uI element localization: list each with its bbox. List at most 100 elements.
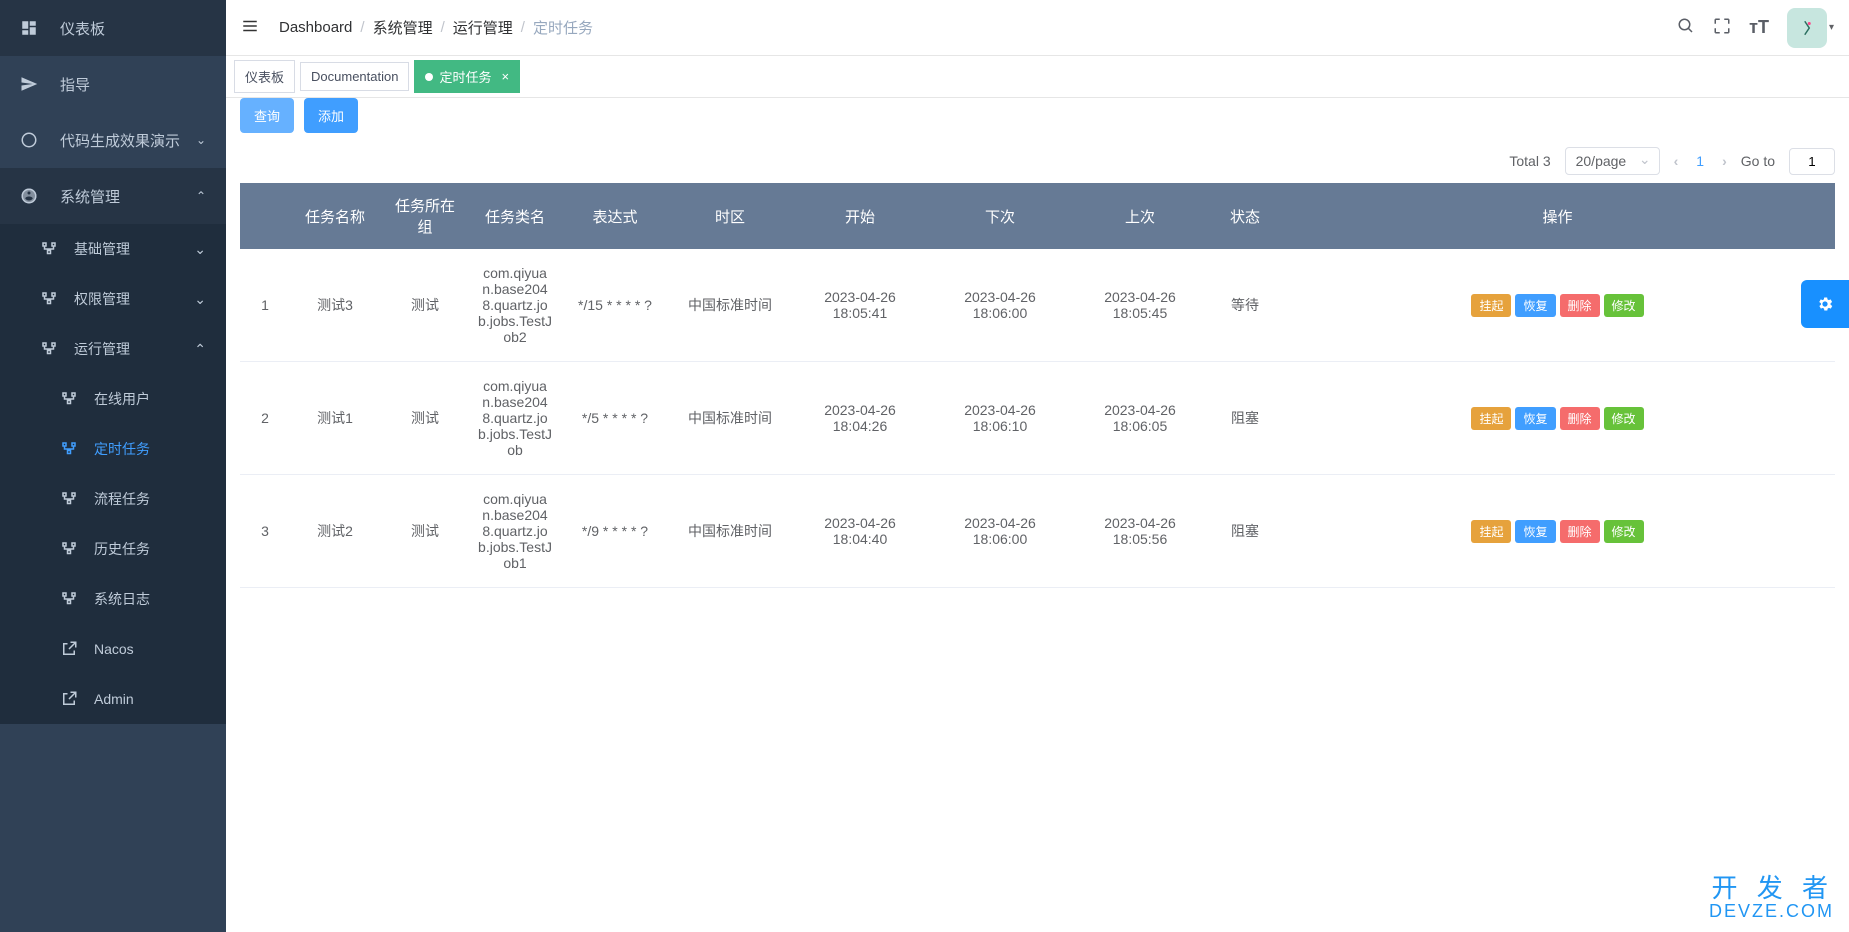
table-cell: 2023-04-26 18:05:56 bbox=[1070, 475, 1210, 588]
table-cell: 测试1 bbox=[290, 362, 380, 475]
tree-icon bbox=[60, 490, 80, 508]
table-cell: 2023-04-26 18:06:10 bbox=[930, 362, 1070, 475]
table-row: 2测试1测试com.qiyuan.base2048.quartz.job.job… bbox=[240, 362, 1835, 475]
next-page-icon[interactable]: › bbox=[1722, 153, 1727, 169]
page-size-select[interactable]: 20/page bbox=[1565, 147, 1660, 175]
guide-icon bbox=[20, 75, 44, 93]
delete-button[interactable]: 删除 bbox=[1560, 520, 1600, 543]
table-cell: 测试3 bbox=[290, 249, 380, 362]
tree-icon bbox=[60, 440, 80, 458]
actions-cell: 挂起恢复删除修改 bbox=[1280, 249, 1835, 362]
tree-icon bbox=[60, 390, 80, 408]
fullscreen-icon[interactable] bbox=[1713, 17, 1731, 38]
dashboard-icon bbox=[20, 19, 44, 37]
subsubmenu-item[interactable]: Nacos bbox=[0, 624, 226, 674]
subsubmenu-item[interactable]: 系统日志 bbox=[0, 574, 226, 624]
subsubmenu-label: 历史任务 bbox=[94, 539, 150, 559]
goto-label: Go to bbox=[1741, 153, 1775, 169]
submenu-permission[interactable]: 权限管理 ⌄ bbox=[0, 274, 226, 324]
query-button[interactable]: 查询 bbox=[240, 98, 294, 133]
subsubmenu-item[interactable]: 流程任务 bbox=[0, 474, 226, 524]
menu-dashboard[interactable]: 仪表板 bbox=[0, 0, 226, 56]
subsubmenu-item[interactable]: 定时任务 bbox=[0, 424, 226, 474]
column-header: 表达式 bbox=[560, 183, 670, 249]
edit-button[interactable]: 修改 bbox=[1604, 407, 1644, 430]
caret-down-icon[interactable]: ▾ bbox=[1829, 22, 1834, 33]
chevron-down-icon: ⌄ bbox=[194, 241, 206, 258]
submenu-label: 基础管理 bbox=[74, 239, 130, 259]
menu-label: 仪表板 bbox=[60, 18, 105, 39]
suspend-button[interactable]: 挂起 bbox=[1471, 520, 1511, 543]
prev-page-icon[interactable]: ‹ bbox=[1674, 153, 1679, 169]
column-header: 时区 bbox=[670, 183, 790, 249]
resume-button[interactable]: 恢复 bbox=[1515, 520, 1555, 543]
crumb-dashboard[interactable]: Dashboard bbox=[279, 19, 352, 36]
suspend-button[interactable]: 挂起 bbox=[1471, 407, 1511, 430]
chevron-down-icon: ⌄ bbox=[196, 133, 206, 147]
subsubmenu-item[interactable]: 历史任务 bbox=[0, 524, 226, 574]
column-header: 操作 bbox=[1280, 183, 1835, 249]
suspend-button[interactable]: 挂起 bbox=[1471, 294, 1511, 317]
table-row: 1测试3测试com.qiyuan.base2048.quartz.job.job… bbox=[240, 249, 1835, 362]
avatar[interactable] bbox=[1787, 8, 1827, 48]
edit-button[interactable]: 修改 bbox=[1604, 520, 1644, 543]
subsubmenu-label: 定时任务 bbox=[94, 439, 150, 459]
table-cell: 3 bbox=[240, 475, 290, 588]
menu-guide[interactable]: 指导 bbox=[0, 56, 226, 112]
tree-icon bbox=[40, 240, 60, 258]
table-cell: 中国标准时间 bbox=[670, 475, 790, 588]
submenu-base[interactable]: 基础管理 ⌄ bbox=[0, 224, 226, 274]
total-label: Total 3 bbox=[1509, 153, 1550, 169]
table-cell: 等待 bbox=[1210, 249, 1280, 362]
settings-fab[interactable] bbox=[1801, 280, 1849, 328]
font-size-icon[interactable]: ᴛT bbox=[1749, 17, 1769, 38]
tab[interactable]: 定时任务 × bbox=[414, 60, 520, 93]
resume-button[interactable]: 恢复 bbox=[1515, 407, 1555, 430]
menu-label: 代码生成效果演示 bbox=[60, 130, 180, 151]
edit-button[interactable]: 修改 bbox=[1604, 294, 1644, 317]
link-icon bbox=[60, 690, 80, 708]
chevron-up-icon: ⌃ bbox=[194, 341, 206, 358]
subsubmenu-label: 系统日志 bbox=[94, 589, 150, 609]
breadcrumb: Dashboard / 系统管理 / 运行管理 / 定时任务 bbox=[279, 17, 593, 38]
delete-button[interactable]: 删除 bbox=[1560, 294, 1600, 317]
crumb-system[interactable]: 系统管理 bbox=[373, 17, 433, 38]
subsubmenu-label: Admin bbox=[94, 691, 134, 707]
tab-label: 定时任务 bbox=[439, 67, 491, 86]
subsubmenu-item[interactable]: 在线用户 bbox=[0, 374, 226, 424]
table-cell: 1 bbox=[240, 249, 290, 362]
page-number[interactable]: 1 bbox=[1696, 153, 1704, 169]
column-header: 上次 bbox=[1070, 183, 1210, 249]
table-row: 3测试2测试com.qiyuan.base2048.quartz.job.job… bbox=[240, 475, 1835, 588]
toolbar: 查询 添加 bbox=[226, 98, 1849, 139]
code-icon bbox=[20, 131, 44, 149]
table-cell: 2 bbox=[240, 362, 290, 475]
close-icon[interactable]: × bbox=[501, 69, 509, 84]
pagination: Total 3 20/page ‹ 1 › Go to bbox=[226, 139, 1849, 183]
menu-system[interactable]: 系统管理 ⌃ bbox=[0, 168, 226, 224]
subsubmenu-label: 流程任务 bbox=[94, 489, 150, 509]
tab[interactable]: 仪表板 bbox=[234, 60, 295, 93]
tabs-bar: 仪表板Documentation 定时任务 × bbox=[226, 56, 1849, 98]
tree-icon bbox=[40, 340, 60, 358]
table-cell: 2023-04-26 18:06:00 bbox=[930, 249, 1070, 362]
search-icon[interactable] bbox=[1677, 17, 1695, 38]
subsubmenu-label: Nacos bbox=[94, 641, 134, 657]
menu-codegen[interactable]: 代码生成效果演示 ⌄ bbox=[0, 112, 226, 168]
goto-input[interactable] bbox=[1789, 148, 1835, 175]
tree-icon bbox=[60, 540, 80, 558]
table-cell: 中国标准时间 bbox=[670, 362, 790, 475]
subsubmenu: 在线用户定时任务流程任务历史任务系统日志 Nacos Admin bbox=[0, 374, 226, 724]
column-header bbox=[240, 183, 290, 249]
add-button[interactable]: 添加 bbox=[304, 98, 358, 133]
subsubmenu-item[interactable]: Admin bbox=[0, 674, 226, 724]
column-header: 任务所在组 bbox=[380, 183, 470, 249]
crumb-run[interactable]: 运行管理 bbox=[453, 17, 513, 38]
resume-button[interactable]: 恢复 bbox=[1515, 294, 1555, 317]
menu-label: 系统管理 bbox=[60, 186, 120, 207]
submenu-run[interactable]: 运行管理 ⌃ bbox=[0, 324, 226, 374]
delete-button[interactable]: 删除 bbox=[1560, 407, 1600, 430]
active-dot-icon bbox=[425, 73, 433, 81]
tab[interactable]: Documentation bbox=[300, 62, 409, 91]
hamburger-icon[interactable] bbox=[241, 17, 259, 38]
